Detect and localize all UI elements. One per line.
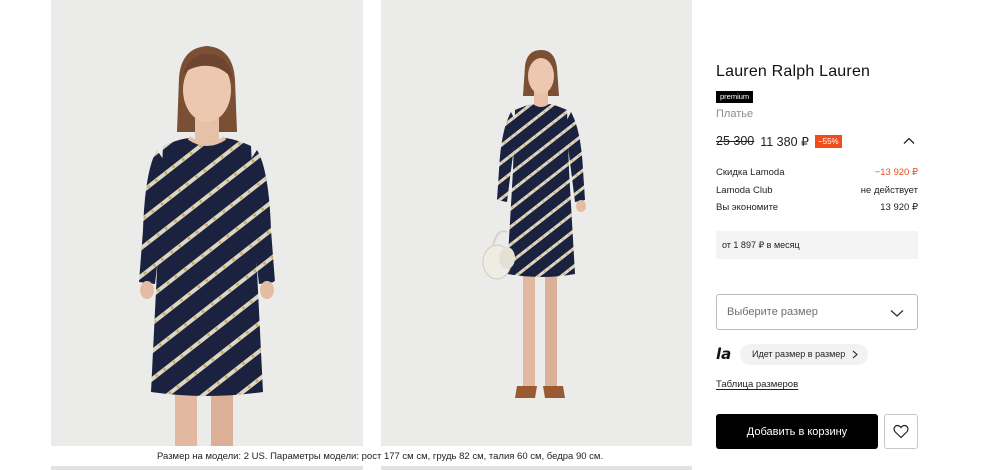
chevron-up-icon[interactable] bbox=[902, 134, 916, 148]
lamoda-la-logo: la bbox=[716, 345, 732, 363]
breakdown-label: Скидка Lamoda bbox=[716, 167, 785, 178]
breakdown-label: Вы экономите bbox=[716, 202, 779, 213]
size-select[interactable]: Выберите размер bbox=[716, 294, 918, 330]
current-price: 11 380 ₽ bbox=[760, 134, 809, 149]
breakdown-row: Скидка Lamoda −13 920 ₽ bbox=[716, 166, 918, 184]
breakdown-value: −13 920 ₽ bbox=[874, 167, 918, 178]
heart-icon bbox=[893, 424, 909, 439]
breakdown-row: Вы экономите 13 920 ₽ bbox=[716, 201, 918, 219]
size-table-link[interactable]: Таблица размеров bbox=[716, 379, 798, 390]
next-photo-preview bbox=[381, 466, 692, 470]
product-photo-1[interactable] bbox=[51, 0, 363, 446]
chevron-right-icon bbox=[852, 350, 859, 358]
size-select-placeholder: Выберите размер bbox=[727, 306, 818, 318]
price-row: 25 300 11 380 ₽ −55% bbox=[716, 133, 918, 149]
add-to-cart-button[interactable]: Добавить в корзину bbox=[716, 414, 878, 449]
discount-badge: −55% bbox=[814, 134, 842, 148]
breakdown-value: не действует bbox=[860, 184, 918, 196]
old-price: 25 300 bbox=[716, 134, 755, 148]
breakdown-row: Lamoda Club не действует bbox=[716, 184, 918, 202]
favorite-button[interactable] bbox=[884, 414, 918, 449]
chevron-down-icon bbox=[890, 310, 904, 317]
fit-pill-button[interactable]: Идет размер в размер bbox=[740, 343, 869, 365]
model-illustration-full bbox=[381, 0, 692, 446]
fit-label: Идет размер в размер bbox=[752, 349, 846, 359]
product-photo-2[interactable] bbox=[381, 0, 692, 446]
price-breakdown: Скидка Lamoda −13 920 ₽ Lamoda Club не д… bbox=[716, 166, 918, 219]
brand-name[interactable]: Lauren Ralph Lauren bbox=[716, 60, 918, 84]
fit-info: la Идет размер в размер bbox=[716, 342, 918, 366]
breakdown-value: 13 920 ₽ bbox=[880, 202, 918, 213]
premium-badge: premium bbox=[716, 91, 754, 103]
product-type: Платье bbox=[716, 108, 754, 120]
product-header: Lauren Ralph Lauren premium Платье bbox=[716, 60, 918, 121]
breakdown-label: Lamoda Club bbox=[716, 184, 773, 196]
model-illustration-front bbox=[51, 0, 363, 446]
installment-info[interactable]: от 1 897 ₽ в месяц bbox=[716, 231, 918, 259]
next-photo-preview bbox=[51, 466, 363, 470]
